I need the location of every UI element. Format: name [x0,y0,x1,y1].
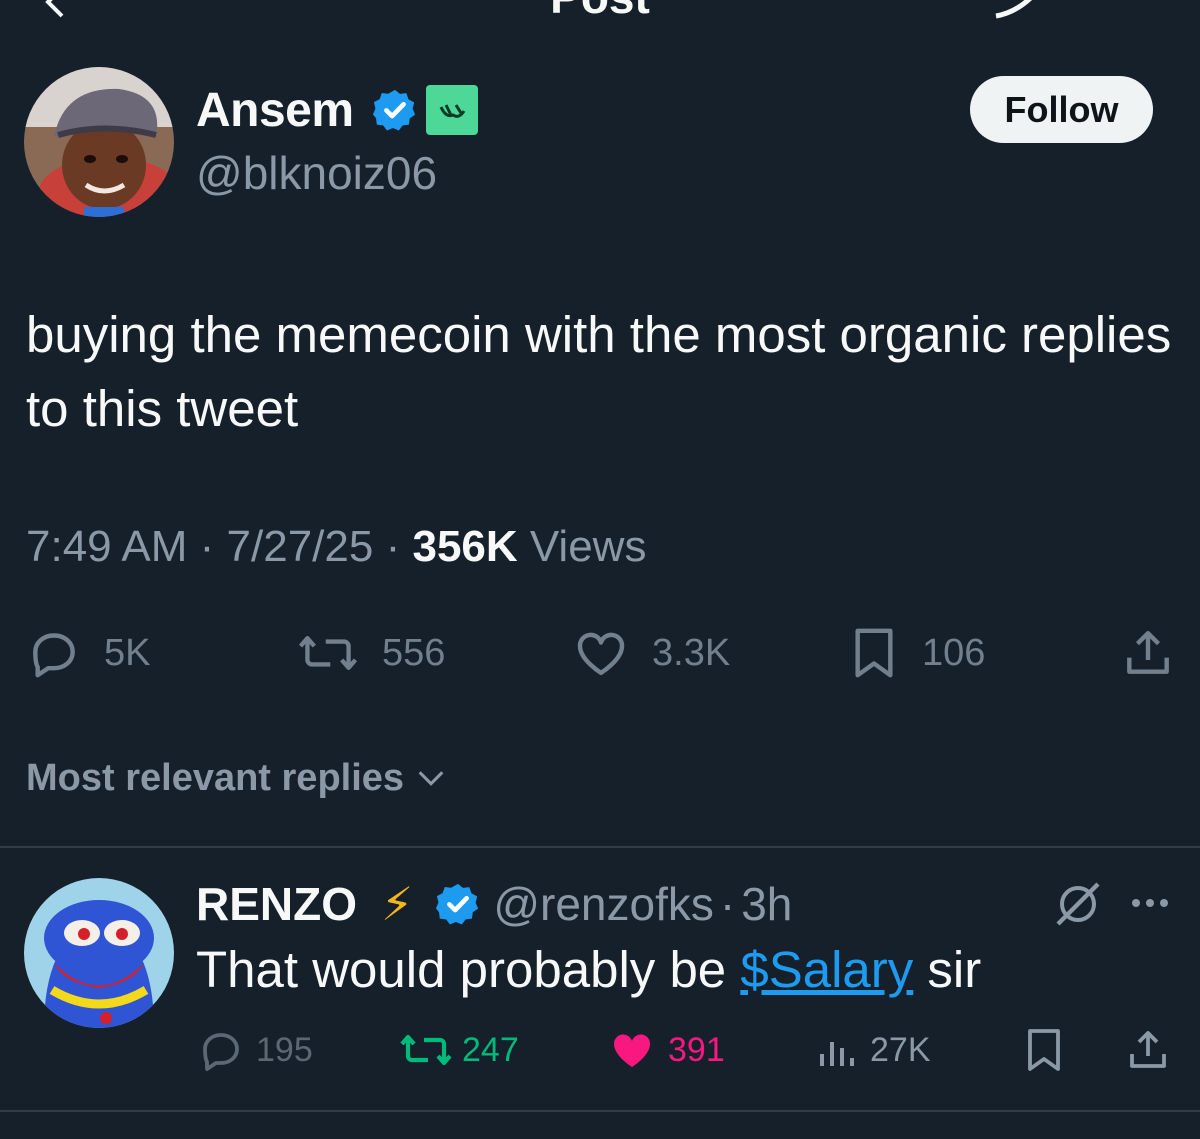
reply-time[interactable]: 3h [741,877,792,931]
like-count: 391 [668,1030,725,1069]
share-icon[interactable] [1124,1026,1172,1074]
tweet-date[interactable]: 7/27/25 [227,522,374,571]
views-count: 356K [412,522,518,571]
reply-like-action[interactable]: 391 [606,1026,725,1074]
replies-sort-dropdown[interactable]: Most relevant replies [26,752,448,804]
tweet-text: buying the memecoin with the most organi… [26,306,1172,437]
affiliate-badge-icon[interactable] [426,85,478,135]
like-action[interactable]: 3.3K [572,625,730,681]
tweet-time[interactable]: 7:49 AM [26,522,187,571]
heart-filled-icon [613,1034,651,1067]
reply-avatar[interactable] [24,878,174,1028]
reply-text-before: That would probably be [196,941,741,998]
divider [0,1110,1200,1112]
reply-author-handle[interactable]: @renzofks [493,877,714,931]
heart-icon [577,632,625,676]
share-icon[interactable] [1120,625,1176,681]
views-label: Views [517,522,647,571]
reply-repost-action[interactable]: 247 [398,1026,519,1074]
bookmark-icon[interactable] [1022,1026,1066,1074]
reply-reply-action[interactable]: 195 [196,1026,313,1074]
reply-text: That would probably be $Salary sir [196,938,981,1002]
reply-text-after: sir [913,941,982,998]
bookmark-icon [855,628,893,678]
repost-icon [400,1034,452,1066]
reply-action[interactable]: 5K [26,625,150,681]
replies-sort-label: Most relevant replies [26,757,405,799]
avatar[interactable] [24,67,174,217]
more-options-icon[interactable] [1128,895,1172,911]
meta-separator: · [187,522,227,571]
meta-separator: · [719,878,736,930]
repost-count: 556 [382,631,446,674]
reply-icon [203,1033,239,1071]
grok-analyze-icon[interactable] [1052,880,1104,928]
cashtag-link[interactable]: $Salary [740,941,913,998]
reply-author-name[interactable]: RENZO [196,877,357,931]
divider [0,846,1200,848]
views-count: 27K [870,1030,931,1069]
reply-count: 5K [104,631,151,674]
reply-header: RENZO ⚡ @renzofks · 3h [196,872,792,936]
verified-badge-icon [435,881,481,927]
like-count: 3.3K [652,631,731,674]
bookmark-action[interactable]: 106 [848,625,985,681]
chevron-down-icon [418,771,444,786]
repost-count: 247 [462,1030,519,1069]
reply-count: 195 [256,1030,313,1069]
grok-icon[interactable] [990,0,1050,22]
tweet-meta: 7:49 AM · 7/27/25 · 356K Views [26,517,646,577]
analytics-icon [820,1042,854,1066]
reply-icon [33,633,75,678]
repost-icon [298,635,358,671]
repost-action[interactable]: 556 [296,625,445,681]
verified-badge-icon [372,87,418,133]
bookmark-count: 106 [922,631,986,674]
author-handle[interactable]: @blknoiz06 [196,145,437,201]
meta-separator: · [373,522,413,571]
author-name[interactable]: Ansem [196,82,354,140]
follow-button[interactable]: Follow [970,76,1153,143]
reply-views-action[interactable]: 27K [816,1026,931,1074]
lightning-emoji: ⚡ [381,878,414,930]
top-header: Post [0,0,1200,22]
